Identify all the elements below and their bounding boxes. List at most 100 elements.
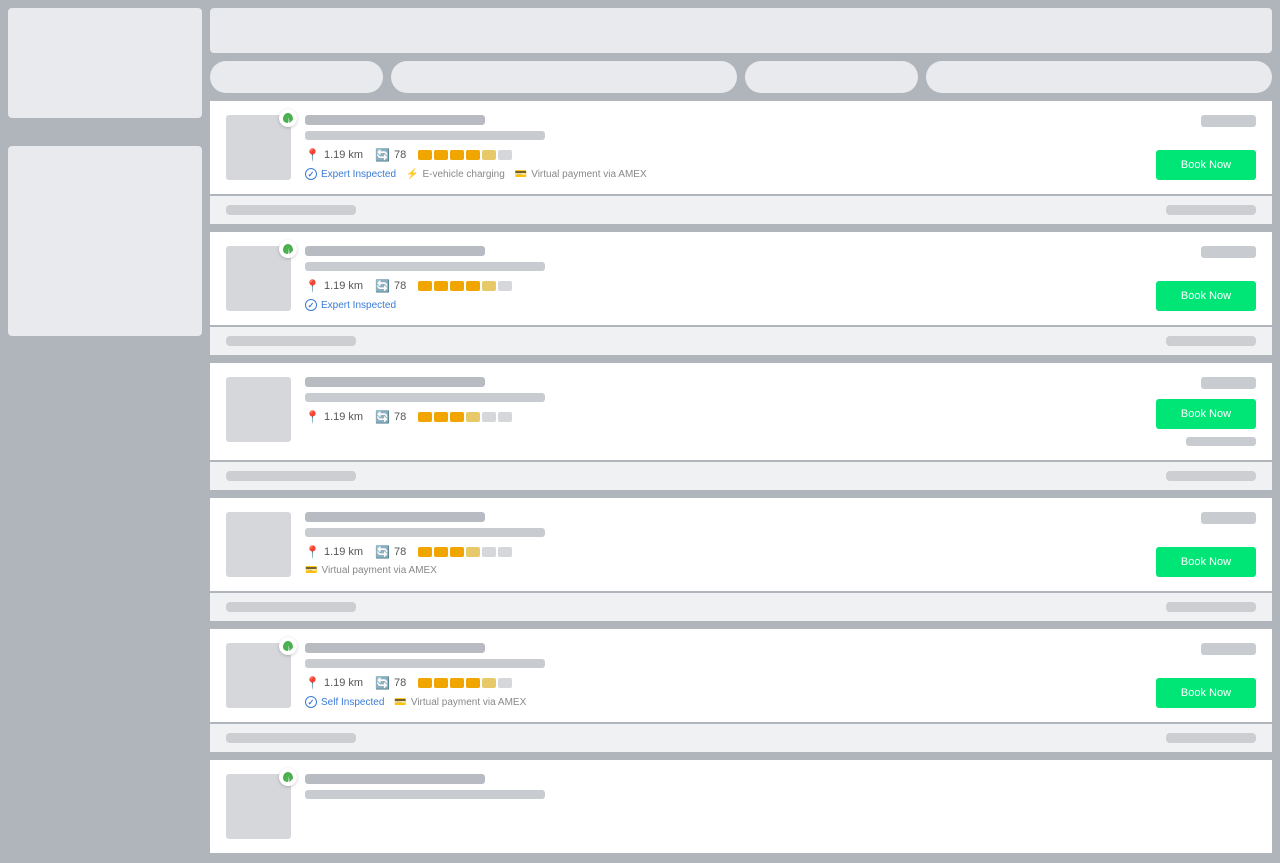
listing-tags-2: ✓ Expert Inspected [305,299,1140,311]
filter-btn-4[interactable] [926,61,1272,93]
listing-tags-1: ✓ Expert Inspected ⚡ E-vehicle charging … [305,168,1140,180]
book-btn-1[interactable]: Book Now [1156,150,1256,180]
filter-btn-1[interactable] [210,61,383,93]
listing-subtitle-2 [305,262,545,271]
tag-expert-1[interactable]: ✓ Expert Inspected [305,168,396,180]
bar-3-5 [482,412,496,422]
footer-left-4 [226,602,356,612]
listing-card-inner-6 [210,760,1272,853]
distance-2: 📍 1.19 km [305,279,363,293]
bar-1-4 [466,150,480,160]
listing-right-2: Book Now [1156,246,1256,311]
listing-right-5: Book Now [1156,643,1256,708]
filter-btn-2[interactable] [391,61,737,93]
listing-meta-2: 📍 1.19 km 🔄 78 [305,279,1140,293]
listing-footer-4 [210,593,1272,621]
book-btn-2[interactable]: Book Now [1156,281,1256,311]
price-3 [1201,377,1256,389]
price-1 [1201,115,1256,127]
listing-info-4: 📍 1.19 km 🔄 78 [305,512,1140,576]
tag-ev-1[interactable]: ⚡ E-vehicle charging [406,169,505,180]
rating-bars-1 [418,150,512,160]
eco-badge-6 [279,768,297,786]
footer-left-5 [226,733,356,743]
listing-right-3: Book Now [1156,377,1256,446]
top-bar [210,8,1272,53]
listing-card-inner-3: 📍 1.19 km 🔄 78 [210,363,1272,460]
bar-2-6 [498,281,512,291]
bar-4-5 [482,547,496,557]
listing-title-5 [305,643,485,653]
book-btn-5[interactable]: Book Now [1156,678,1256,708]
price-2 [1201,246,1256,258]
listing-image-wrap-1 [226,115,291,180]
listing-card-inner-2: 📍 1.19 km 🔄 78 [210,232,1272,325]
bar-5-4 [466,678,480,688]
payment-icon-1: 💳 [515,169,527,180]
bar-1-5 [482,150,496,160]
score-icon-1: 🔄 [375,148,390,162]
listing-card-inner-1: 📍 1.19 km 🔄 78 [210,101,1272,194]
bar-2-4 [466,281,480,291]
payment-icon-4: 💳 [305,565,317,576]
listing-image-4 [226,512,291,577]
book-btn-4[interactable]: Book Now [1156,547,1256,577]
footer-left-2 [226,336,356,346]
tag-payment-1[interactable]: 💳 Virtual payment via AMEX [515,169,647,180]
self-icon-5: ✓ [305,696,317,708]
listing-footer-2 [210,327,1272,355]
ev-icon-1: ⚡ [406,169,418,180]
listing-title-4 [305,512,485,522]
listing-title-2 [305,246,485,256]
eco-badge-2 [279,240,297,258]
listing-subtitle-1 [305,131,545,140]
bar-5-2 [434,678,448,688]
location-icon-3: 📍 [305,410,320,424]
score-icon-4: 🔄 [375,545,390,559]
listing-image-wrap-2 [226,246,291,311]
footer-right-5 [1166,733,1256,743]
main-content: 📍 1.19 km 🔄 78 [210,0,1280,863]
bar-2-5 [482,281,496,291]
score-4: 🔄 78 [375,545,406,559]
listing-card-6 [210,760,1272,855]
rating-bars-5 [418,678,512,688]
bar-1-1 [418,150,432,160]
bar-5-1 [418,678,432,688]
bar-3-4 [466,412,480,422]
payment-icon-5: 💳 [394,697,406,708]
filter-btn-3[interactable] [745,61,918,93]
listing-meta-3: 📍 1.19 km 🔄 78 [305,410,1140,424]
location-icon-4: 📍 [305,545,320,559]
tag-self-5[interactable]: ✓ Self Inspected [305,696,384,708]
listings-container: 📍 1.19 km 🔄 78 [210,101,1272,855]
bar-1-6 [498,150,512,160]
tag-expert-2[interactable]: ✓ Expert Inspected [305,299,396,311]
listing-meta-4: 📍 1.19 km 🔄 78 [305,545,1140,559]
listing-meta-1: 📍 1.19 km 🔄 78 [305,148,1140,162]
bar-1-3 [450,150,464,160]
score-icon-5: 🔄 [375,676,390,690]
score-5: 🔄 78 [375,676,406,690]
listing-right-1: Book Now [1156,115,1256,180]
bar-5-6 [498,678,512,688]
distance-5: 📍 1.19 km [305,676,363,690]
listing-subtitle-4 [305,528,545,537]
score-icon-2: 🔄 [375,279,390,293]
footer-right-4 [1166,602,1256,612]
tag-payment-4[interactable]: 💳 Virtual payment via AMEX [305,565,437,576]
eco-badge-1 [279,109,297,127]
listing-info-6 [305,774,1256,807]
listing-card-4: 📍 1.19 km 🔄 78 [210,498,1272,629]
tag-payment-5[interactable]: 💳 Virtual payment via AMEX [394,697,526,708]
sidebar-top-block [8,8,202,118]
listing-footer-5 [210,724,1272,752]
score-2: 🔄 78 [375,279,406,293]
book-btn-3[interactable]: Book Now [1156,399,1256,429]
bar-4-3 [450,547,464,557]
bar-3-3 [450,412,464,422]
listing-card-2: 📍 1.19 km 🔄 78 [210,232,1272,363]
bar-3-1 [418,412,432,422]
bar-3-6 [498,412,512,422]
listing-image-wrap-5 [226,643,291,708]
